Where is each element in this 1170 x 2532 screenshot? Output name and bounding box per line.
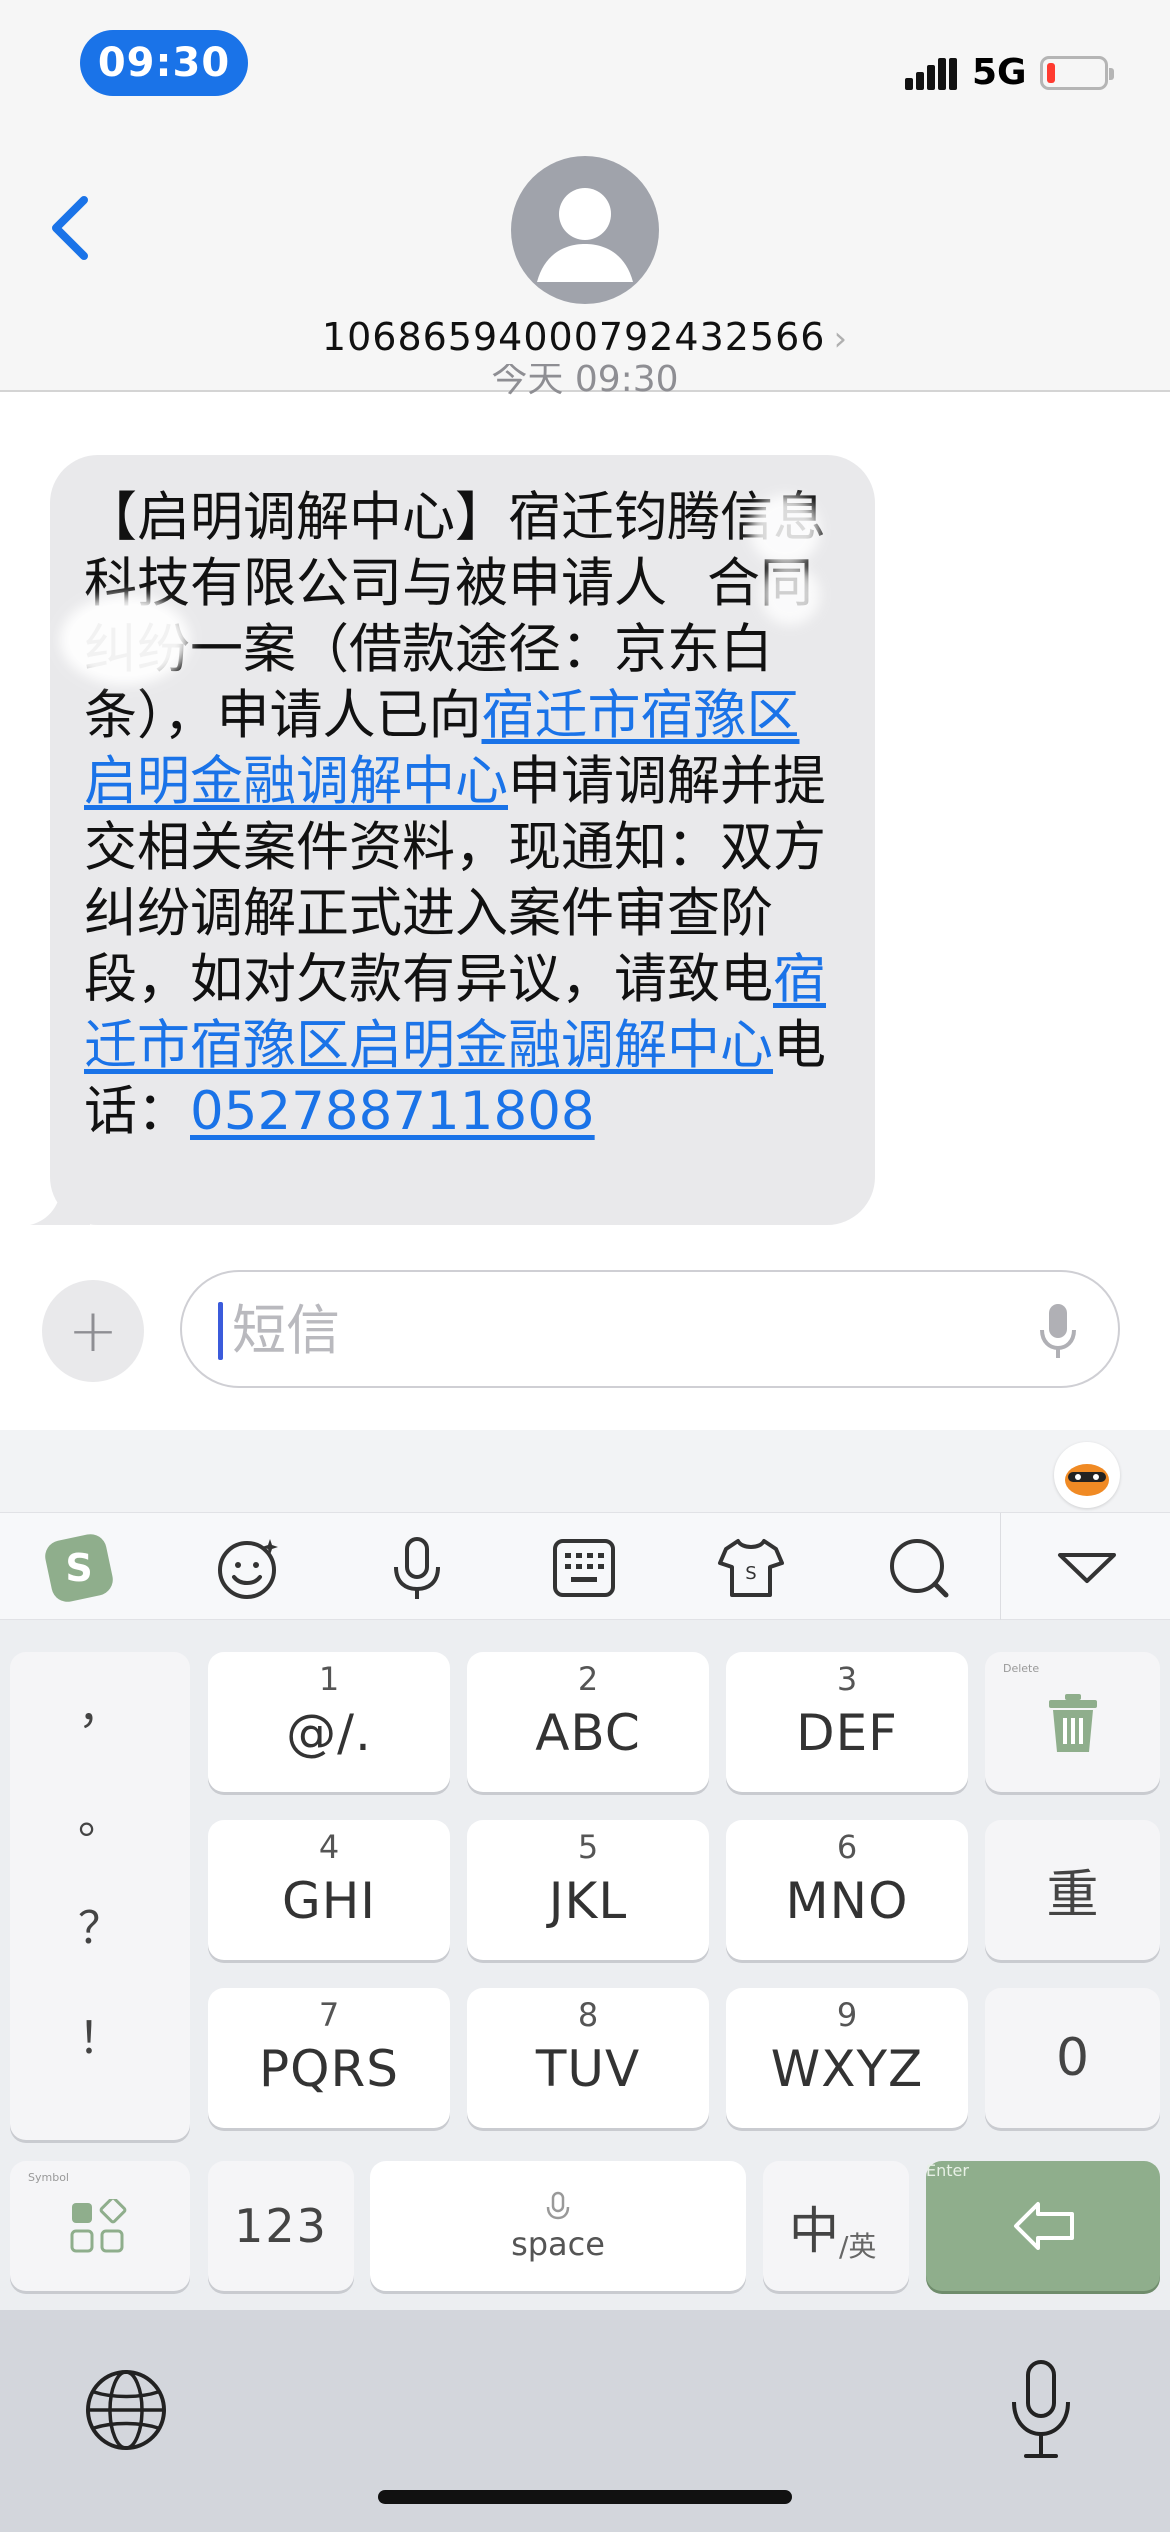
- trash-icon: [1049, 1694, 1097, 1752]
- microphone-icon[interactable]: [1038, 1302, 1078, 1362]
- status-time: 09:30: [80, 30, 248, 96]
- voice-icon[interactable]: [382, 1533, 452, 1603]
- system-bar: [0, 2310, 1170, 2532]
- search-icon[interactable]: [884, 1533, 954, 1603]
- conversation-header: 10686594000792432566 ›: [0, 140, 1170, 392]
- contact-number-text: 10686594000792432566: [321, 315, 826, 359]
- battery-icon: [1040, 56, 1114, 90]
- language-key[interactable]: 中 /英: [763, 2161, 909, 2291]
- enter-key[interactable]: Enter: [926, 2161, 1160, 2291]
- chevron-right-icon: ›: [833, 319, 849, 359]
- phone-link[interactable]: 052788711808: [190, 1081, 595, 1142]
- key-3[interactable]: 3 DEF: [726, 1652, 968, 1792]
- collapse-icon[interactable]: [1052, 1533, 1122, 1603]
- person-icon: [537, 188, 633, 282]
- enter-arrow-icon: [1014, 2202, 1074, 2250]
- text-cursor: [218, 1302, 223, 1360]
- delete-key[interactable]: Delete: [985, 1652, 1160, 1792]
- avatar[interactable]: [511, 156, 659, 304]
- key-2[interactable]: 2 ABC: [467, 1652, 709, 1792]
- space-key[interactable]: space: [370, 2161, 746, 2291]
- key-exclaim[interactable]: ！: [10, 2002, 190, 2066]
- home-indicator[interactable]: [378, 2490, 792, 2504]
- keyboard-keys: ， 。 ？ ！ 1 @/. 2 ABC 3 DEF Delete 4 GHI 5 JKL …: [0, 1620, 1170, 2310]
- keyboard-top-strip: [0, 1430, 1170, 1512]
- message-input[interactable]: [232, 1290, 1012, 1370]
- microphone-icon: [546, 2191, 570, 2220]
- contact-number[interactable]: 10686594000792432566 ›: [0, 315, 1170, 359]
- microphone-icon[interactable]: [1006, 2356, 1076, 2466]
- mascot-icon[interactable]: [1054, 1442, 1120, 1508]
- svg-text:S: S: [65, 1546, 92, 1590]
- plus-icon[interactable]: +: [42, 1280, 144, 1382]
- message-timestamp: 今天 09:30: [491, 364, 679, 400]
- key-period[interactable]: 。: [10, 1782, 190, 1846]
- message-text: 【启明调解中心】宿迁钧腾信息科技有限公司与被申请人 合同纠纷一案（借款途径：京东白…: [84, 487, 826, 1142]
- status-bar: 09:30 5G: [0, 0, 1170, 140]
- key-6[interactable]: 6 MNO: [726, 1820, 968, 1960]
- symbol-key[interactable]: Symbol: [10, 2161, 190, 2291]
- key-7[interactable]: 7 PQRS: [208, 1988, 450, 2128]
- numeric-key[interactable]: 123: [208, 2161, 354, 2291]
- key-1[interactable]: 1 @/.: [208, 1652, 450, 1792]
- key-0[interactable]: 0: [985, 1988, 1160, 2128]
- toolbar-divider: [1000, 1513, 1001, 1621]
- key-9[interactable]: 9 WXYZ: [726, 1988, 968, 2128]
- key-4[interactable]: 4 GHI: [208, 1820, 450, 1960]
- sogou-logo-icon[interactable]: S: [44, 1533, 114, 1603]
- skin-icon[interactable]: S: [716, 1533, 786, 1603]
- svg-text:S: S: [745, 1563, 756, 1584]
- keyboard-toolbar: S S: [0, 1512, 1170, 1621]
- redo-key[interactable]: 重: [985, 1820, 1160, 1960]
- message-input-box[interactable]: [180, 1270, 1120, 1388]
- keyboard-icon[interactable]: [549, 1533, 619, 1603]
- globe-icon[interactable]: [82, 2366, 170, 2454]
- symbols-icon: [70, 2199, 127, 2253]
- key-question[interactable]: ？: [10, 1892, 190, 1956]
- key-comma[interactable]: ，: [10, 1672, 190, 1736]
- key-8[interactable]: 8 TUV: [467, 1988, 709, 2128]
- emoji-icon[interactable]: [214, 1533, 284, 1603]
- punctuation-column: ， 。 ？ ！: [10, 1652, 190, 2140]
- message-bubble[interactable]: 【启明调解中心】宿迁钧腾信息科技有限公司与被申请人 合同纠纷一案（借款途径：京东白…: [50, 455, 875, 1225]
- signal-icon: [905, 58, 957, 90]
- chevron-left-icon[interactable]: [40, 188, 100, 268]
- network-type: 5G: [972, 52, 1027, 93]
- composer: +: [0, 1250, 1170, 1430]
- key-5[interactable]: 5 JKL: [467, 1820, 709, 1960]
